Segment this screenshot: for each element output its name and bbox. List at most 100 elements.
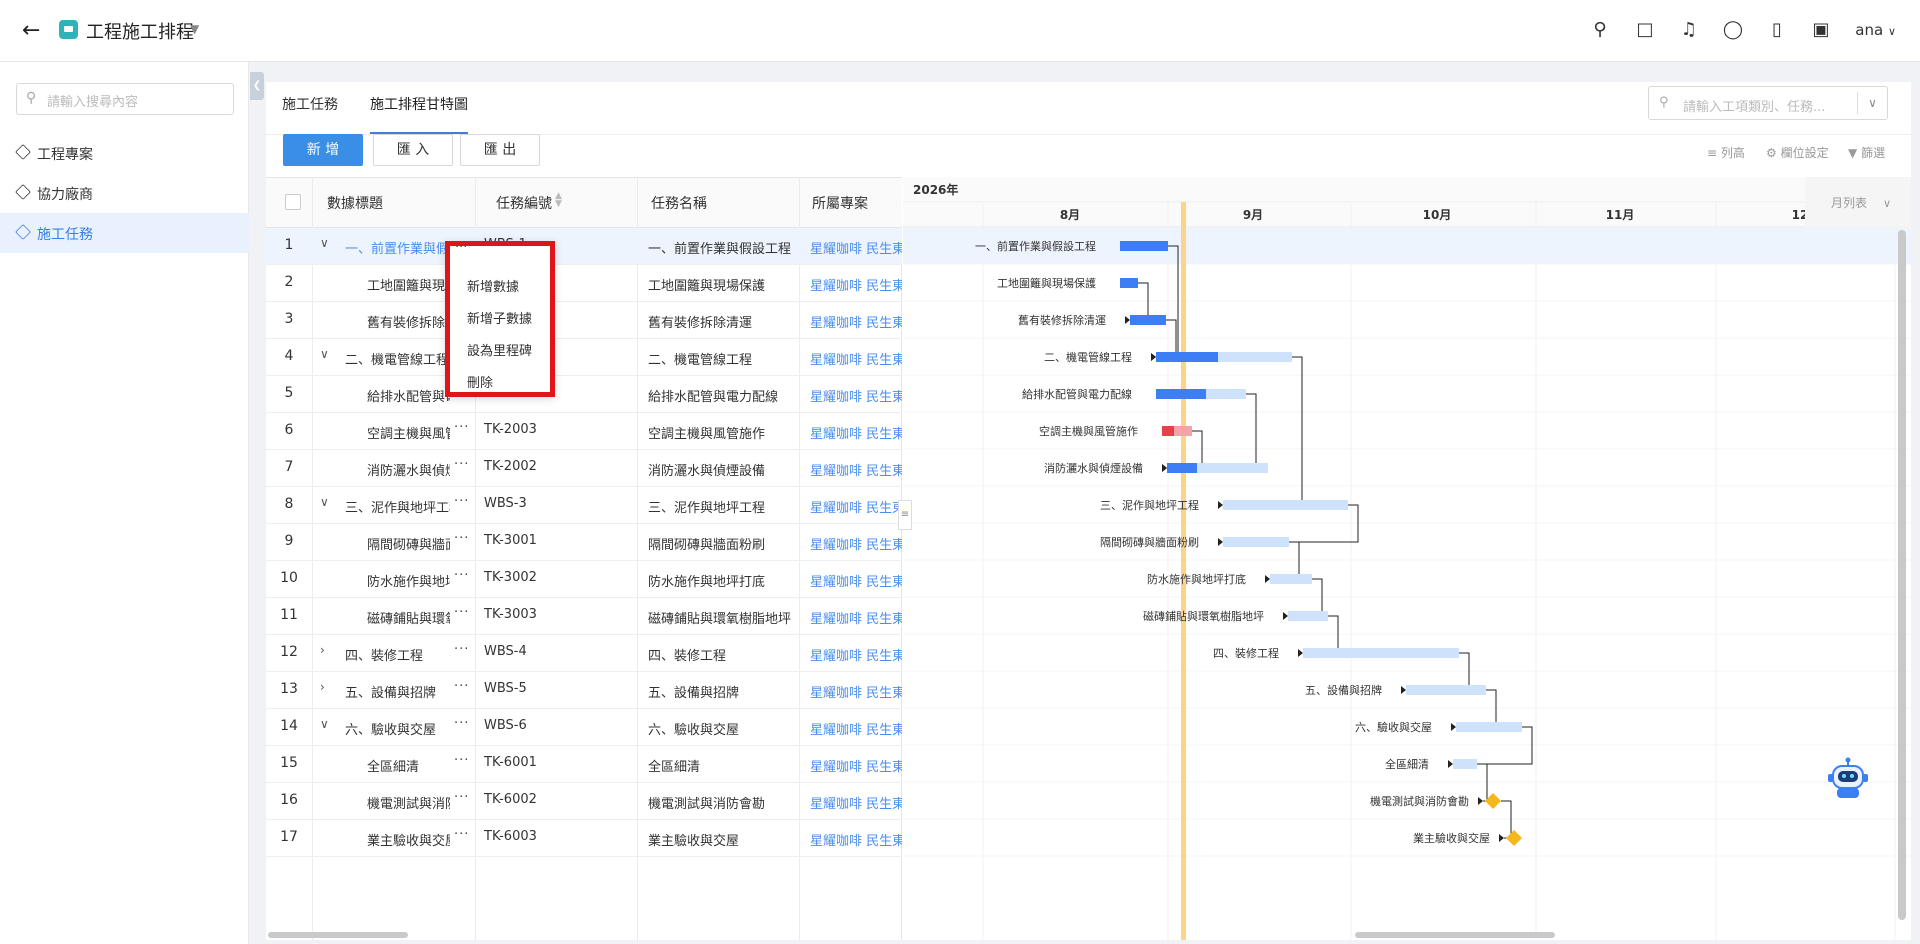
row-project-link[interactable]: 星耀咖啡 民生東路店 (810, 645, 902, 664)
milestone-diamond[interactable] (1506, 830, 1522, 846)
menu-set-milestone[interactable]: 設為里程碑 (467, 340, 532, 359)
task-bar-progress[interactable] (1156, 389, 1206, 399)
row-project-link[interactable]: 星耀咖啡 民生東路店 (810, 682, 902, 701)
header-name[interactable]: 任務名稱 (651, 193, 707, 213)
filter-button[interactable]: ▼ 篩選 (1848, 144, 1885, 161)
row-title[interactable]: 一、前置作業與假設工程 (345, 238, 450, 257)
gantt-vertical-scrollbar[interactable] (1898, 230, 1906, 920)
row-title[interactable]: 二、機電管線工程 (345, 349, 450, 368)
task-bar[interactable] (1288, 611, 1328, 621)
task-bar[interactable] (1456, 722, 1522, 732)
row-title[interactable]: 五、設備與招牌 (345, 682, 450, 701)
row-title[interactable]: 四、裝修工程 (345, 645, 450, 664)
panel-splitter-handle[interactable]: ≡ (898, 500, 912, 530)
import-button[interactable]: 匯 入 (373, 134, 453, 166)
add-button[interactable]: 新 增 (283, 134, 363, 166)
row-more-icon[interactable]: ··· (454, 642, 469, 657)
row-project-link[interactable]: 星耀咖啡 民生東路店 (810, 608, 902, 627)
user-menu[interactable]: ana ∨ (1855, 21, 1896, 39)
row-more-icon[interactable]: ··· (454, 827, 469, 842)
task-bar[interactable] (1223, 537, 1289, 547)
row-project-link[interactable]: 星耀咖啡 民生東路店 (810, 238, 902, 257)
row-more-icon[interactable]: ··· (454, 457, 469, 472)
headset-icon[interactable]: ◯ (1721, 18, 1745, 42)
user-add-icon[interactable]: ▣ (1809, 18, 1833, 42)
select-all-checkbox[interactable] (285, 194, 301, 210)
table-row[interactable]: 12 › 四、裝修工程 ··· WBS-4 四、裝修工程 星耀咖啡 民生東路店 (266, 635, 902, 672)
task-bar[interactable] (1303, 648, 1459, 658)
sidebar-item-vendors[interactable]: 協力廠商 (0, 173, 249, 213)
task-search-input[interactable]: ⚲ 請輸入工項類別、任務... ∨ (1648, 86, 1888, 120)
row-project-link[interactable]: 星耀咖啡 民生東路店 (810, 460, 902, 479)
assistant-robot-icon[interactable] (1825, 756, 1871, 802)
table-row[interactable]: 2工地圍籬與現場保護···TK-1001工地圍籬與現場保護星耀咖啡 民生東路店 (266, 265, 902, 302)
table-row[interactable]: 8 ∨ 三、泥作與地坪工程 ··· WBS-3 三、泥作與地坪工程 星耀咖啡 民生東路店 (266, 487, 902, 524)
row-title[interactable]: 給排水配管與電力配線 (367, 386, 450, 405)
sidebar-search-input[interactable]: ⚲ 請輸入搜尋內容 (16, 83, 234, 115)
task-bar[interactable] (1223, 500, 1348, 510)
row-project-link[interactable]: 星耀咖啡 民生東路店 (810, 349, 902, 368)
row-project-link[interactable]: 星耀咖啡 民生東路店 (810, 534, 902, 553)
back-arrow-icon[interactable]: ← (22, 18, 40, 43)
task-bar-progress[interactable] (1156, 352, 1218, 362)
task-bar-progress[interactable] (1120, 241, 1168, 251)
export-button[interactable]: 匯 出 (460, 134, 540, 166)
task-bar-progress[interactable] (1130, 315, 1166, 325)
table-row[interactable]: 17 業主驗收與交屋 ··· TK-6003 業主驗收與交屋 星耀咖啡 民生東路店 (266, 820, 902, 857)
row-more-icon[interactable]: ··· (454, 420, 469, 435)
task-bar-overdue[interactable] (1162, 426, 1174, 436)
row-more-icon[interactable]: ··· (454, 716, 469, 731)
header-project[interactable]: 所屬專案 (812, 193, 868, 213)
table-row[interactable]: 1∨一、前置作業與假設工程WBS-1一、前置作業與假設工程星耀咖啡 民生東路店 (266, 228, 902, 265)
collapse-chevron-icon[interactable]: › (320, 680, 325, 694)
row-project-link[interactable]: 星耀咖啡 民生東路店 (810, 830, 902, 849)
row-project-link[interactable]: 星耀咖啡 民生東路店 (810, 793, 902, 812)
task-bar-progress[interactable] (1120, 278, 1138, 288)
header-code[interactable]: 任務編號 (496, 193, 552, 213)
table-row[interactable]: 10 防水施作與地坪打底 ··· TK-3002 防水施作與地坪打底 星耀咖啡 民生東路店 (266, 561, 902, 598)
header-title[interactable]: 數據標題 (327, 193, 383, 213)
task-bar-progress[interactable] (1167, 463, 1197, 473)
menu-add-child-data[interactable]: 新增子數據 (467, 308, 532, 327)
row-more-icon[interactable]: ··· (454, 605, 469, 620)
row-title[interactable]: 磁磚鋪貼與環氧樹脂地坪 (367, 608, 450, 627)
task-bar[interactable] (1453, 759, 1477, 769)
row-more-icon[interactable]: ··· (454, 790, 469, 805)
column-settings-button[interactable]: ⚙ 欄位設定 (1766, 144, 1829, 161)
sidebar-item-tasks[interactable]: 施工任務 (0, 213, 249, 253)
row-height-button[interactable]: ≡ 列高 (1707, 144, 1745, 161)
row-more-icon[interactable]: ··· (455, 240, 467, 255)
tab-tasks[interactable]: 施工任務 (282, 94, 338, 134)
row-title[interactable]: 業主驗收與交屋 (367, 830, 450, 849)
row-title[interactable]: 三、泥作與地坪工程 (345, 497, 450, 516)
menu-delete[interactable]: 刪除 (467, 372, 493, 391)
row-project-link[interactable]: 星耀咖啡 民生東路店 (810, 719, 902, 738)
table-row[interactable]: 15 全區細清 ··· TK-6001 全區細清 星耀咖啡 民生東路店 (266, 746, 902, 783)
sort-icon[interactable]: ▲ ▼ (555, 192, 562, 209)
app-switch-caret-icon[interactable]: ▼ (190, 22, 199, 36)
table-row[interactable]: 4∨二、機電管線工程···WBS-2二、機電管線工程星耀咖啡 民生東路店 (266, 339, 902, 376)
row-title[interactable]: 機電測試與消防會勘 (367, 793, 450, 812)
row-project-link[interactable]: 星耀咖啡 民生東路店 (810, 497, 902, 516)
row-more-icon[interactable]: ··· (454, 753, 469, 768)
row-project-link[interactable]: 星耀咖啡 民生東路店 (810, 571, 902, 590)
sidebar-collapse-button[interactable]: ❮ (250, 72, 264, 100)
row-more-icon[interactable]: ··· (454, 494, 469, 509)
table-row[interactable]: 9 隔間砌磚與牆面粉刷 ··· TK-3001 隔間砌磚與牆面粉刷 星耀咖啡 民生東路店 (266, 524, 902, 561)
row-title[interactable]: 舊有裝修拆除清運 (367, 312, 450, 331)
monitor-icon[interactable]: □ (1633, 18, 1657, 42)
table-row[interactable]: 7 消防灑水與偵煙設備 ··· TK-2002 消防灑水與偵煙設備 星耀咖啡 民生東路店 (266, 450, 902, 487)
row-more-icon[interactable]: ··· (454, 679, 469, 694)
view-mode-select[interactable]: 月列表 (1831, 196, 1867, 210)
row-project-link[interactable]: 星耀咖啡 民生東路店 (810, 312, 902, 331)
menu-add-data[interactable]: 新增數據 (467, 276, 519, 295)
app-title[interactable]: 工程施工排程 (86, 18, 194, 44)
table-row[interactable]: 5給排水配管與電力配線···TK-2001給排水配管與電力配線星耀咖啡 民生東路… (266, 376, 902, 413)
bell-icon[interactable]: ♫ (1677, 18, 1701, 42)
table-row[interactable]: 6 空調主機與風管施作 ··· TK-2003 空調主機與風管施作 星耀咖啡 民生東路店 (266, 413, 902, 450)
expand-chevron-icon[interactable]: ∨ (320, 236, 329, 250)
row-title[interactable]: 工地圍籬與現場保護 (367, 275, 450, 294)
table-row[interactable]: 11 磁磚鋪貼與環氧樹脂地坪 ··· TK-3003 磁磚鋪貼與環氧樹脂地坪 星耀咖啡 民… (266, 598, 902, 635)
bookmark-icon[interactable]: ▯ (1765, 18, 1789, 42)
sidebar-item-projects[interactable]: 工程專案 (0, 133, 249, 173)
